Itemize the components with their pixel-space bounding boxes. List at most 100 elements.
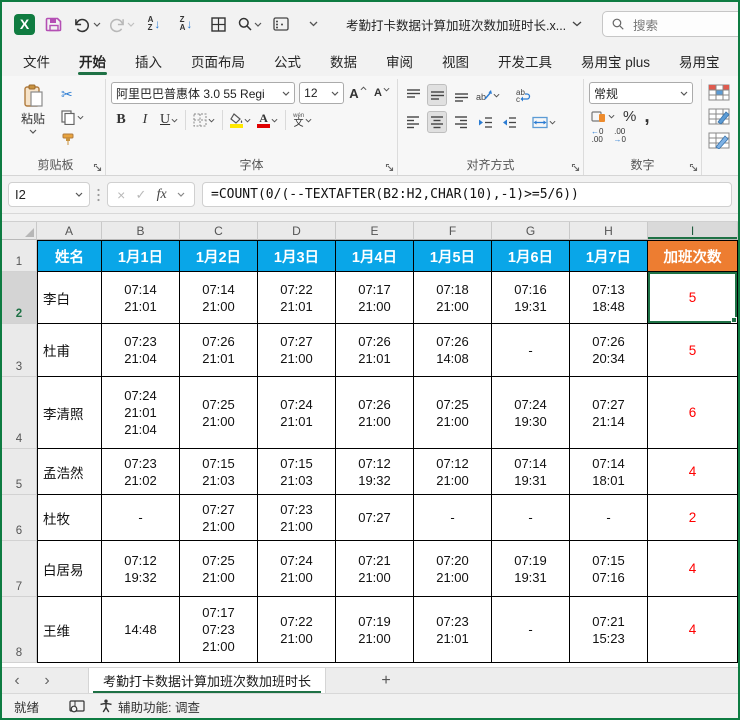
sort-za-button[interactable]: ZA↓ [173,11,199,37]
row-header-3[interactable]: 3 [2,324,37,377]
col-header-F[interactable]: F [414,222,492,240]
merge-center-button[interactable] [531,111,557,133]
drag-handle-icon[interactable] [97,188,100,202]
title-chevron-icon[interactable] [572,21,582,27]
cell-A6[interactable]: 杜牧 [37,495,102,541]
cell-F6[interactable]: - [414,495,492,541]
row-header-6[interactable]: 6 [2,495,37,541]
decrease-decimal-button[interactable]: .00→0 [613,128,625,144]
cell-F2[interactable]: 07:1821:00 [414,272,492,324]
cell-B2[interactable]: 07:1421:01 [102,272,180,324]
menu-tab-视图[interactable]: 视图 [441,46,470,76]
cell-H5[interactable]: 07:1418:01 [570,449,648,495]
next-sheet-button[interactable]: › [32,672,62,690]
cell-E7[interactable]: 07:2121:00 [336,541,414,597]
italic-button[interactable]: I [135,109,155,131]
align-center-button[interactable] [427,111,447,133]
align-bottom-button[interactable] [451,84,471,106]
col-header-B[interactable]: B [102,222,180,240]
menu-tab-开始[interactable]: 开始 [78,46,107,76]
cell-A2[interactable]: 李白 [37,272,102,324]
shrink-font-button[interactable]: A [372,82,392,104]
cell-I3[interactable]: 5 [648,324,738,377]
macro-record-icon[interactable] [69,700,85,713]
col-header-E[interactable]: E [336,222,414,240]
format-painter-button[interactable] [61,131,84,149]
cell-C8[interactable]: 07:1707:2321:00 [180,597,258,663]
borders-button[interactable] [205,11,231,37]
save-button[interactable] [41,11,67,37]
select-all-button[interactable] [2,222,37,240]
search-input[interactable]: 搜索 [602,11,738,37]
cell-F4[interactable]: 07:2521:00 [414,377,492,449]
cell-E6[interactable]: 07:27 [336,495,414,541]
cell-I2[interactable]: 5 [648,272,738,324]
menu-tab-文件[interactable]: 文件 [22,46,51,76]
cell-C5[interactable]: 07:1521:03 [180,449,258,495]
cell-A4[interactable]: 李清照 [37,377,102,449]
row-header-1[interactable]: 1 [2,240,37,272]
cell-C6[interactable]: 07:2721:00 [180,495,258,541]
cell-C7[interactable]: 07:2521:00 [180,541,258,597]
comma-style-button[interactable]: , [644,112,649,122]
cell-E8[interactable]: 07:1921:00 [336,597,414,663]
cell-A5[interactable]: 孟浩然 [37,449,102,495]
cell-D7[interactable]: 07:2421:00 [258,541,336,597]
cell-F8[interactable]: 07:2321:01 [414,597,492,663]
header-cell-E1[interactable]: 1月4日 [336,240,414,272]
increase-indent-button[interactable] [499,111,519,133]
col-header-G[interactable]: G [492,222,570,240]
percent-style-button[interactable]: % [623,108,636,125]
new-sheet-button[interactable]: + [374,672,398,690]
customize-toolbar-button[interactable] [268,11,294,37]
cell-G8[interactable]: - [492,597,570,663]
fill-handle[interactable] [731,317,737,323]
number-format-select[interactable]: 常规 [589,82,693,104]
find-button[interactable] [237,16,262,32]
row-header-8[interactable]: 8 [2,597,37,663]
cell-G6[interactable]: - [492,495,570,541]
col-header-D[interactable]: D [258,222,336,240]
header-cell-F1[interactable]: 1月5日 [414,240,492,272]
cell-D8[interactable]: 07:2221:00 [258,597,336,663]
col-header-C[interactable]: C [180,222,258,240]
cell-E4[interactable]: 07:2621:00 [336,377,414,449]
menu-tab-插入[interactable]: 插入 [134,46,163,76]
header-cell-C1[interactable]: 1月2日 [180,240,258,272]
dialog-launcher-icon[interactable] [689,163,698,172]
cell-G3[interactable]: - [492,324,570,377]
cell-I4[interactable]: 6 [648,377,738,449]
accessibility-status[interactable]: 辅助功能: 调查 [99,697,200,716]
cell-D2[interactable]: 07:2221:01 [258,272,336,324]
prev-sheet-button[interactable]: ‹ [2,672,32,690]
phonetic-guide-button[interactable]: wén文 [292,109,313,131]
menu-tab-审阅[interactable]: 审阅 [385,46,414,76]
col-header-H[interactable]: H [570,222,648,240]
cell-H7[interactable]: 07:1507:16 [570,541,648,597]
chevron-down-icon[interactable] [177,192,185,197]
header-cell-H1[interactable]: 1月7日 [570,240,648,272]
borders-button[interactable] [192,109,216,131]
cell-F7[interactable]: 07:2021:00 [414,541,492,597]
cell-H6[interactable]: - [570,495,648,541]
menu-tab-易用宝 plus[interactable]: 易用宝 plus [580,46,651,76]
header-cell-B1[interactable]: 1月1日 [102,240,180,272]
cell-G7[interactable]: 07:1919:31 [492,541,570,597]
underline-button[interactable]: U [159,109,179,131]
cell-C2[interactable]: 07:1421:00 [180,272,258,324]
cell-B7[interactable]: 07:1219:32 [102,541,180,597]
align-right-button[interactable] [451,111,471,133]
redo-button[interactable] [107,16,135,33]
cell-B6[interactable]: - [102,495,180,541]
accounting-format-button[interactable] [591,110,615,123]
cell-A3[interactable]: 杜甫 [37,324,102,377]
cell-F3[interactable]: 07:2614:08 [414,324,492,377]
cell-A7[interactable]: 白居易 [37,541,102,597]
cell-H3[interactable]: 07:2620:34 [570,324,648,377]
cell-D5[interactable]: 07:1521:03 [258,449,336,495]
cell-B3[interactable]: 07:2321:04 [102,324,180,377]
font-size-select[interactable]: 12 [299,82,344,104]
cell-F5[interactable]: 07:1221:00 [414,449,492,495]
cell-H2[interactable]: 07:1318:48 [570,272,648,324]
cell-I5[interactable]: 4 [648,449,738,495]
